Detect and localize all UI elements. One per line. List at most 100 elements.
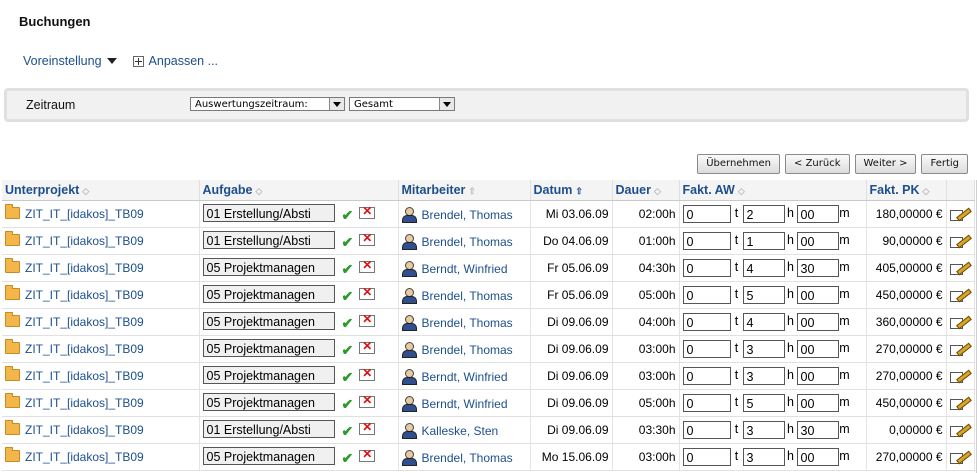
hours-field[interactable]: 2 [742,205,785,223]
check-icon[interactable]: ✔ [342,315,354,331]
aufgabe-select[interactable]: 01 Erstellung/Absti [202,203,335,222]
edit-icon[interactable] [949,261,968,275]
edit-icon[interactable] [949,450,968,464]
days-field[interactable]: 0 [682,448,731,466]
delete-icon[interactable] [359,339,376,355]
days-field[interactable]: 0 [682,232,731,250]
mitarbeiter-link[interactable]: Brendel, Thomas [422,451,513,465]
delete-icon[interactable] [359,231,376,247]
unterprojekt-link[interactable]: ZIT_IT_[idakos]_TB09 [25,423,144,437]
delete-icon[interactable] [359,366,376,382]
aufgabe-select[interactable]: 05 Projektmanagen [202,284,335,303]
days-field[interactable]: 0 [682,313,731,331]
hours-field[interactable]: 5 [742,394,785,412]
delete-icon[interactable] [359,393,376,409]
edit-icon[interactable] [949,288,968,302]
aufgabe-select[interactable]: 05 Projektmanagen [202,365,335,384]
col-header-aufgabe[interactable]: Aufgabe ◇ [199,180,399,201]
check-icon[interactable]: ✔ [342,396,354,412]
hours-field[interactable]: 3 [742,448,785,466]
aufgabe-select[interactable]: 05 Projektmanagen [202,257,335,276]
mitarbeiter-link[interactable]: Kalleske, Sten [422,424,499,438]
edit-icon[interactable] [949,396,968,410]
done-button[interactable]: Fertig [921,154,968,174]
edit-icon[interactable] [949,234,968,248]
unterprojekt-link[interactable]: ZIT_IT_[idakos]_TB09 [25,261,144,275]
customize-link[interactable]: Anpassen ... [117,54,218,68]
mitarbeiter-link[interactable]: Berndt, Winfried [422,397,508,411]
minutes-field[interactable]: 30 [796,259,839,277]
col-header-fakt-pk[interactable]: Fakt. PK ◇ [866,180,947,201]
aufgabe-select[interactable]: 05 Projektmanagen [202,338,335,357]
unterprojekt-link[interactable]: ZIT_IT_[idakos]_TB09 [25,369,144,383]
edit-icon[interactable] [949,369,968,383]
aufgabe-select[interactable]: 05 Projektmanagen [202,311,335,330]
edit-icon[interactable] [949,207,968,221]
minutes-field[interactable]: 00 [796,367,839,385]
hours-field[interactable]: 4 [742,259,785,277]
back-button[interactable]: < Zurück [785,154,850,174]
check-icon[interactable]: ✔ [342,342,354,358]
aufgabe-select[interactable]: 01 Erstellung/Absti [202,419,335,438]
minutes-field[interactable]: 30 [796,421,839,439]
days-field[interactable]: 0 [682,367,731,385]
minutes-field[interactable]: 00 [796,205,839,223]
delete-icon[interactable] [359,258,376,274]
check-icon[interactable]: ✔ [342,234,354,250]
days-field[interactable]: 0 [682,259,731,277]
minutes-field[interactable]: 00 [796,313,839,331]
mitarbeiter-link[interactable]: Brendel, Thomas [422,208,513,222]
mitarbeiter-link[interactable]: Brendel, Thomas [422,316,513,330]
minutes-field[interactable]: 00 [796,286,839,304]
edit-icon[interactable] [949,423,968,437]
minutes-field[interactable]: 00 [796,232,839,250]
minutes-field[interactable]: 00 [796,448,839,466]
col-header-fakt-aw[interactable]: Fakt. AW ◇ [679,180,867,201]
check-icon[interactable]: ✔ [342,450,354,466]
days-field[interactable]: 0 [682,340,731,358]
preset-dropdown[interactable]: Voreinstellung [23,54,117,68]
days-field[interactable]: 0 [682,421,731,439]
aufgabe-select[interactable]: 01 Erstellung/Absti [202,230,335,249]
apply-button[interactable]: Übernehmen [697,154,781,174]
check-icon[interactable]: ✔ [342,423,354,439]
delete-icon[interactable] [359,312,376,328]
days-field[interactable]: 0 [682,394,731,412]
edit-icon[interactable] [949,342,968,356]
delete-icon[interactable] [359,447,376,463]
delete-icon[interactable] [359,420,376,436]
next-button[interactable]: Weiter > [854,154,917,174]
minutes-field[interactable]: 00 [796,394,839,412]
hours-field[interactable]: 3 [742,367,785,385]
col-header-mitarbeiter[interactable]: Mitarbeiter ⇧ [398,180,531,201]
days-field[interactable]: 0 [682,286,731,304]
minutes-field[interactable]: 00 [796,340,839,358]
hours-field[interactable]: 3 [742,340,785,358]
unterprojekt-link[interactable]: ZIT_IT_[idakos]_TB09 [25,207,144,221]
hours-field[interactable]: 3 [742,421,785,439]
mitarbeiter-link[interactable]: Brendel, Thomas [422,289,513,303]
delete-icon[interactable] [359,204,376,220]
unterprojekt-link[interactable]: ZIT_IT_[idakos]_TB09 [25,342,144,356]
mitarbeiter-link[interactable]: Berndt, Winfried [422,370,508,384]
check-icon[interactable]: ✔ [342,288,354,304]
mitarbeiter-link[interactable]: Brendel, Thomas [422,343,513,357]
mitarbeiter-link[interactable]: Brendel, Thomas [422,235,513,249]
mitarbeiter-link[interactable]: Berndt, Winfried [422,262,508,276]
check-icon[interactable]: ✔ [342,261,354,277]
unterprojekt-link[interactable]: ZIT_IT_[idakos]_TB09 [25,315,144,329]
aufgabe-select[interactable]: 05 Projektmanagen [202,446,335,465]
delete-icon[interactable] [359,285,376,301]
check-icon[interactable]: ✔ [342,369,354,385]
col-header-dauer[interactable]: Dauer ◇ [612,180,680,201]
period-type-select[interactable]: Auswertungszeitraum: [190,97,345,111]
hours-field[interactable]: 1 [742,232,785,250]
edit-icon[interactable] [949,315,968,329]
unterprojekt-link[interactable]: ZIT_IT_[idakos]_TB09 [25,396,144,410]
hours-field[interactable]: 4 [742,313,785,331]
period-value-select[interactable]: Gesamt [349,97,455,111]
unterprojekt-link[interactable]: ZIT_IT_[idakos]_TB09 [25,288,144,302]
aufgabe-select[interactable]: 05 Projektmanagen [202,392,335,411]
unterprojekt-link[interactable]: ZIT_IT_[idakos]_TB09 [25,234,144,248]
days-field[interactable]: 0 [682,205,731,223]
